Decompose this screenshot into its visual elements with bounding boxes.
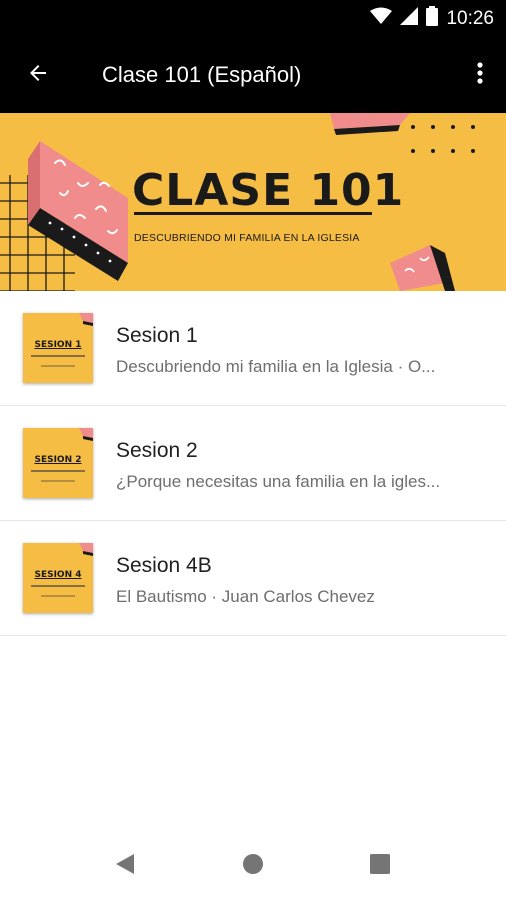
thumbnail: SESION 4 (23, 543, 93, 613)
nav-back-button[interactable] (105, 850, 145, 882)
thumbnail-label: SESION 1 (34, 340, 82, 350)
square-recents-icon (369, 853, 391, 880)
page-title: Clase 101 (Español) (102, 62, 302, 87)
more-options-button[interactable] (468, 57, 492, 93)
item-title: Sesion 1 (116, 324, 198, 347)
battery-icon (426, 6, 439, 31)
session-list: SESION 1 Sesion 1 Descubriendo mi famili… (0, 291, 506, 636)
thumbnail: SESION 1 (23, 313, 93, 383)
thumbnail: SESION 2 (23, 428, 93, 498)
item-subtitle: Descubriendo mi familia en la Iglesia · … (116, 357, 436, 376)
nav-recents-button[interactable] (360, 850, 400, 882)
triangle-back-icon (114, 852, 136, 881)
circle-home-icon (242, 853, 264, 880)
item-title: Sesion 2 (116, 439, 198, 462)
thumbnail-label: SESION 2 (34, 455, 82, 465)
arrow-back-icon (26, 61, 50, 90)
signal-icon (400, 7, 419, 30)
banner-title: CLASE 101 (132, 165, 405, 216)
wifi-icon (370, 7, 393, 30)
thumbnail-label: SESION 4 (34, 570, 82, 580)
status-time: 10:26 (446, 7, 494, 29)
system-nav-bar (0, 830, 506, 900)
nav-home-button[interactable] (233, 850, 273, 882)
list-item[interactable]: SESION 4 Sesion 4B El Bautismo · Juan Ca… (0, 521, 506, 636)
item-subtitle: El Bautismo · Juan Carlos Chevez (116, 587, 375, 606)
item-subtitle: ¿Porque necesitas una familia en la igle… (116, 472, 441, 491)
banner-underline (134, 212, 372, 215)
item-title: Sesion 4B (116, 554, 212, 577)
app-bar: Clase 101 (Español) (0, 37, 506, 113)
header-banner: CLASE 101 DESCUBRIENDO MI FAMILIA EN LA … (0, 113, 506, 291)
list-item[interactable]: SESION 1 Sesion 1 Descubriendo mi famili… (0, 291, 506, 406)
status-icons: 10:26 (370, 0, 494, 37)
more-vert-icon (477, 61, 483, 90)
banner-subtitle: DESCUBRIENDO MI FAMILIA EN LA IGLESIA (134, 232, 360, 244)
back-button[interactable] (18, 57, 58, 93)
list-item[interactable]: SESION 2 Sesion 2 ¿Porque necesitas una … (0, 406, 506, 521)
status-bar: 10:26 (0, 0, 506, 37)
